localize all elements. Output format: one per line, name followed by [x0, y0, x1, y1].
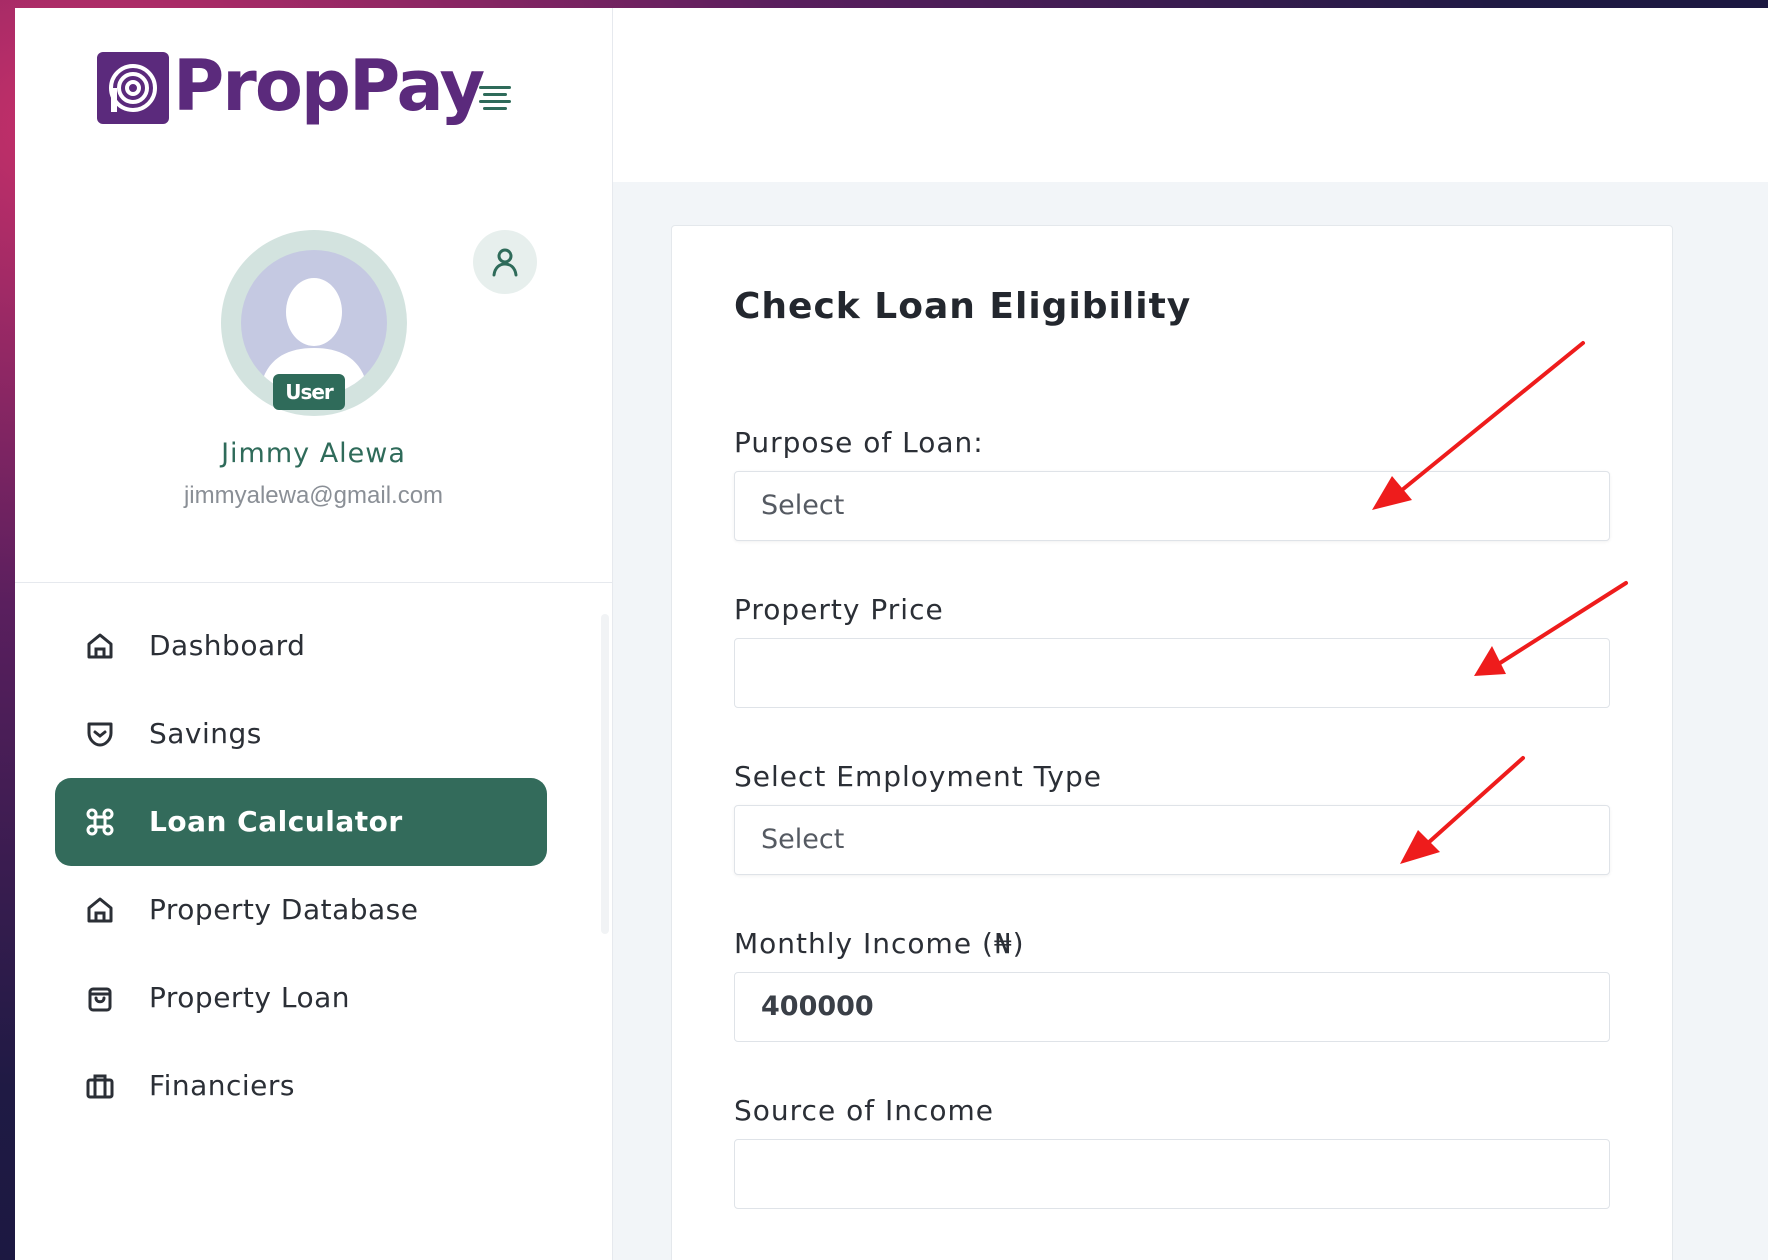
property-price-label: Property Price [734, 593, 944, 626]
sidebar-item-property-loan[interactable]: Property Loan [55, 954, 547, 1042]
property-price-input[interactable] [734, 638, 1610, 708]
user-email: jimmyalewa@gmail.com [183, 482, 444, 509]
source-of-income-label: Source of Income [734, 1094, 994, 1127]
top-bar: PropPay [15, 8, 1768, 182]
sidebar-item-label: Loan Calculator [149, 805, 403, 838]
sidebar-item-label: Dashboard [149, 629, 306, 662]
shield-icon [87, 722, 113, 747]
brand-area: PropPay [15, 8, 613, 182]
sidebar-scrollbar[interactable] [601, 614, 609, 934]
sidebar-item-label: Property Loan [149, 981, 351, 1014]
proppay-logo-icon [97, 52, 169, 124]
sidebar-item-label: Savings [149, 717, 262, 750]
bag-icon [88, 987, 112, 1012]
user-name: Jimmy Alewa [221, 438, 406, 469]
monthly-income-input[interactable]: 400000 [734, 972, 1610, 1042]
sidebar-item-financiers[interactable]: Financiers [55, 1042, 547, 1130]
brand-name: PropPay [173, 45, 485, 127]
purpose-of-loan-select[interactable]: Select [734, 471, 1610, 541]
employment-type-label: Select Employment Type [734, 760, 1102, 793]
sidebar: User Jimmy Alewa jimmyalewa@gmail.com Da… [15, 182, 613, 1260]
home-icon [87, 633, 113, 659]
sidebar-item-label: Property Database [149, 893, 419, 926]
monthly-income-label: Monthly Income (₦) [734, 927, 1025, 960]
sidebar-item-savings[interactable]: Savings [55, 690, 547, 778]
sidebar-item-property-database[interactable]: Property Database [55, 866, 547, 954]
user-profile: User Jimmy Alewa jimmyalewa@gmail.com [15, 182, 612, 583]
home-icon [87, 897, 113, 923]
role-badge: User [273, 374, 345, 410]
employment-type-select[interactable]: Select [734, 805, 1610, 875]
user-icon [492, 248, 518, 277]
hamburger-menu-icon[interactable] [475, 80, 515, 116]
briefcase-icon [86, 1074, 114, 1099]
sidebar-item-dashboard[interactable]: Dashboard [55, 602, 547, 690]
page-title: Check Loan Eligibility [734, 286, 1192, 327]
loan-eligibility-card: Check Loan Eligibility Purpose of Loan: … [671, 225, 1673, 1260]
sidebar-item-label: Financiers [149, 1069, 295, 1102]
command-icon [86, 808, 114, 836]
app-frame: PropPay User Jimmy Alewa jimmyalewa@gmai… [15, 8, 1768, 1260]
purpose-of-loan-label: Purpose of Loan: [734, 426, 984, 459]
source-of-income-input[interactable] [734, 1139, 1610, 1209]
sidebar-item-loan-calculator[interactable]: Loan Calculator [55, 778, 547, 866]
profile-button[interactable] [473, 230, 537, 294]
